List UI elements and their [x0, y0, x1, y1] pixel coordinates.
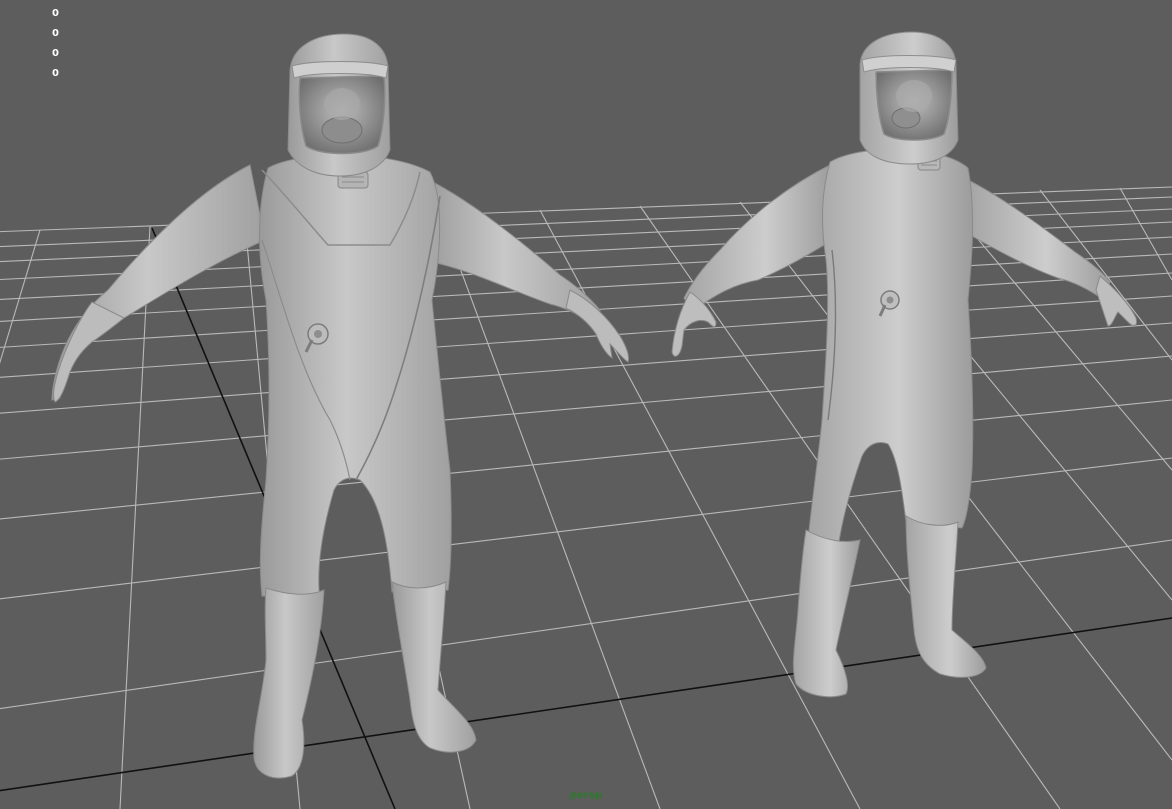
right-boot: [905, 515, 987, 678]
suit-torso: [259, 154, 452, 601]
grid-line: [1119, 187, 1172, 281]
suit-torso: [807, 148, 974, 549]
camera-name-label[interactable]: persp: [0, 790, 1172, 801]
right-hand: [1095, 275, 1137, 327]
hud-stat-1: 0: [52, 8, 59, 19]
hazmat-suit-model-front[interactable]: [51, 33, 629, 779]
hud-stats: 0 0 0 0: [52, 4, 59, 84]
left-boot: [792, 529, 861, 698]
hud-stat-2: 0: [52, 28, 59, 39]
left-hand: [671, 291, 717, 357]
grid-axis-line: [0, 617, 1172, 792]
hud-stat-4: 0: [52, 68, 59, 79]
right-hand: [565, 289, 629, 363]
left-boot: [253, 587, 325, 779]
grid-line: [0, 457, 1172, 600]
hazmat-suit-model-angled[interactable]: [671, 31, 1137, 698]
right-boot: [391, 581, 477, 753]
hud-stat-3: 0: [52, 48, 59, 59]
left-arm: [51, 164, 266, 401]
camera-name: persp: [570, 790, 602, 801]
viewport-persp[interactable]: 0 0 0 0 persp: [0, 0, 1172, 809]
left-arm: [683, 164, 833, 313]
grid-line: [0, 399, 1172, 520]
face-mask: [321, 116, 363, 144]
grid-line: [0, 355, 1172, 460]
right-arm: [967, 179, 1111, 301]
grid-line: [0, 539, 1172, 710]
scene-canvas[interactable]: [0, 0, 1172, 809]
